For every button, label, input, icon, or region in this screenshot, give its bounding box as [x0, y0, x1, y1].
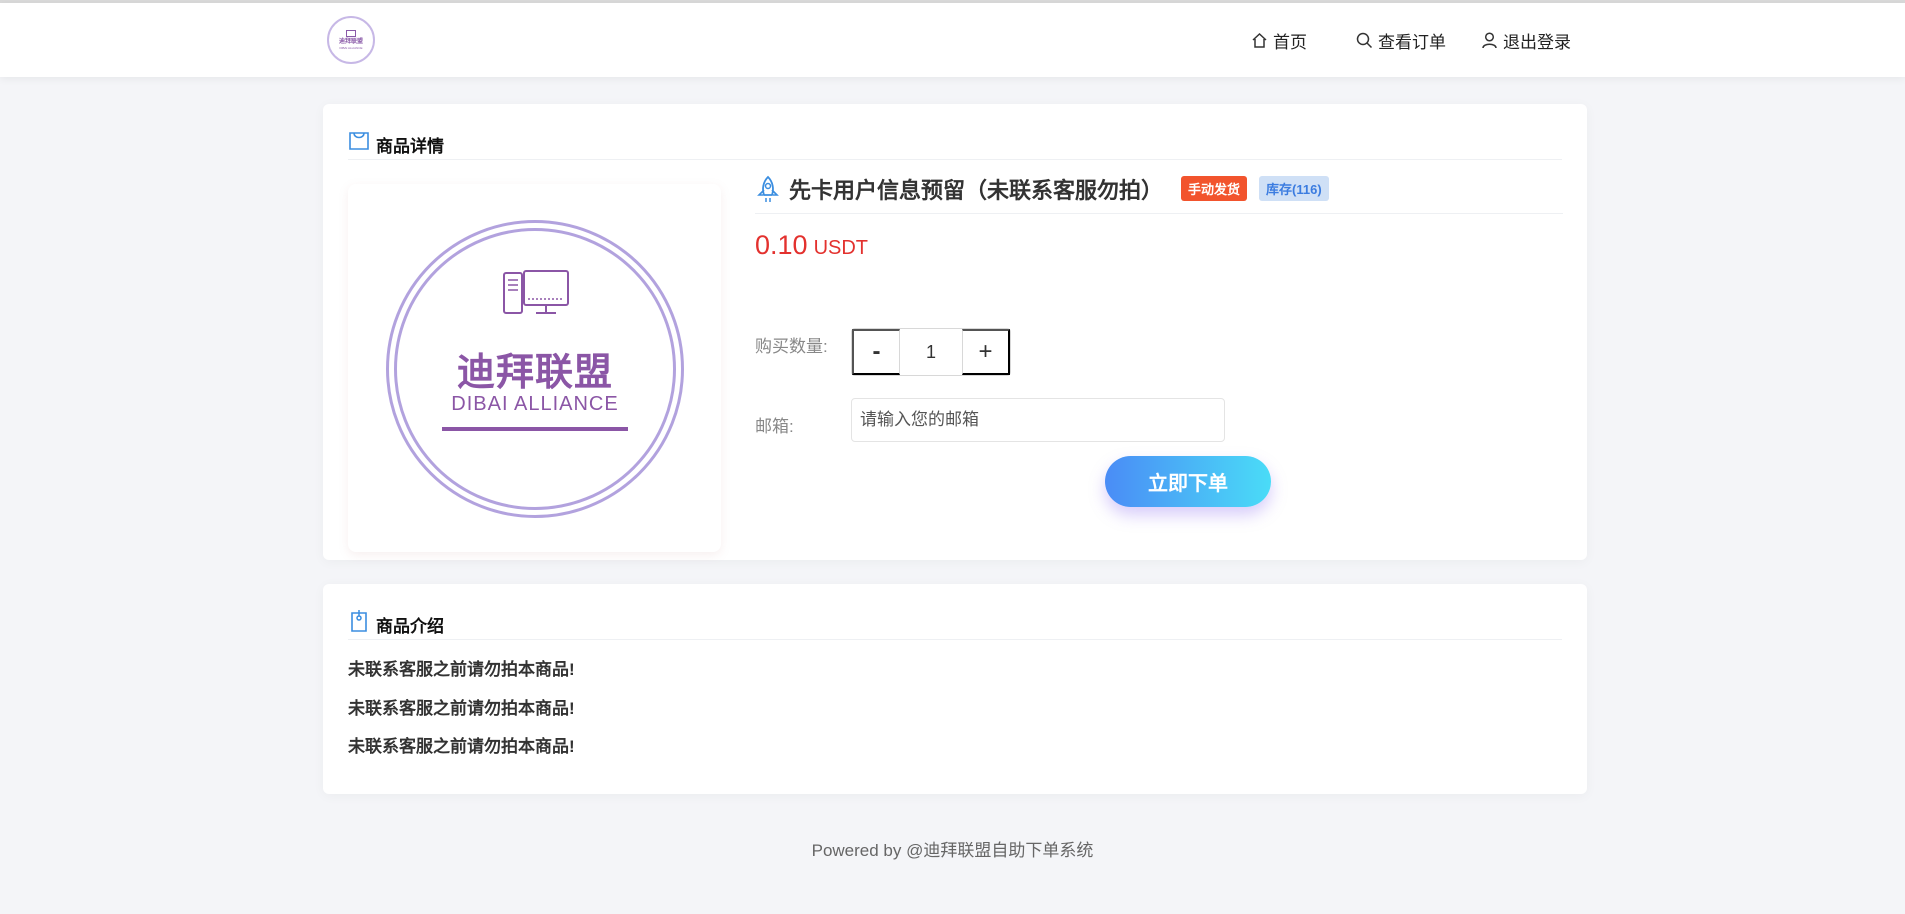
place-order-button[interactable]: 立即下单 — [1105, 456, 1271, 507]
quantity-label: 购买数量: — [755, 337, 828, 356]
bag-icon — [349, 131, 369, 150]
nav-logout[interactable]: 退出登录 — [1481, 28, 1571, 52]
email-label: 邮箱: — [755, 417, 794, 436]
delivery-badge: 手动发货 — [1181, 176, 1248, 201]
intro-section-title: 商品介绍 — [376, 617, 444, 636]
product-price: 0.10 USDT — [755, 230, 868, 261]
product-image: 迪拜联盟 DIBAI ALLIANCE — [348, 184, 721, 552]
brand-emblem: 迪拜联盟 DIBAI ALLIANCE — [386, 220, 684, 518]
user-icon — [1482, 31, 1497, 48]
emblem-text-cn: 迪拜联盟 — [456, 352, 613, 394]
nav-home[interactable]: 首页 — [1251, 28, 1307, 52]
intro-section-header: 商品介绍 — [348, 602, 1562, 640]
top-header: 迪拜联盟 DIBAI ALLIANCE 首页 查看订单 退出登录 — [0, 3, 1905, 77]
detail-section-header: 商品详情 — [348, 122, 1562, 160]
quantity-stepper: - 1 + — [851, 328, 1011, 376]
intro-content: 未联系客服之前请勿拍本商品! 未联系客服之前请勿拍本商品! 未联系客服之前请勿拍… — [348, 660, 575, 776]
logo-text-cn: 迪拜联盟 — [338, 39, 363, 45]
nav-orders-label: 查看订单 — [1378, 32, 1446, 52]
quantity-value[interactable]: 1 — [900, 329, 962, 375]
product-title: 先卡用户信息预留（未联系客服勿拍） — [789, 177, 1164, 203]
product-title-row: 先卡用户信息预留（未联系客服勿拍） 手动发货 库存(116) — [755, 164, 1563, 214]
stock-badge: 库存(116) — [1259, 176, 1329, 201]
increase-quantity-button[interactable]: + — [962, 329, 1010, 375]
intro-line: 未联系客服之前请勿拍本商品! — [348, 698, 575, 718]
email-input[interactable] — [851, 398, 1225, 442]
price-value: 0.10 — [755, 230, 808, 260]
detail-section-title: 商品详情 — [376, 137, 444, 156]
price-currency: USDT — [813, 237, 869, 259]
nav-home-label: 首页 — [1273, 32, 1307, 52]
site-logo[interactable]: 迪拜联盟 DIBAI ALLIANCE — [327, 16, 375, 64]
tag-icon — [351, 609, 367, 632]
emblem-text-en: DIBAI ALLIANCE — [451, 393, 619, 415]
footer-text: Powered by @迪拜联盟自助下单系统 — [811, 841, 1094, 860]
intro-line: 未联系客服之前请勿拍本商品! — [348, 737, 575, 756]
decrease-quantity-button[interactable]: - — [852, 329, 900, 375]
computer-icon — [503, 270, 569, 314]
intro-line: 未联系客服之前请勿拍本商品! — [348, 660, 575, 679]
nav-orders[interactable]: 查看订单 — [1356, 28, 1446, 52]
product-detail-card: 商品详情 迪拜联盟 DIBAI ALLIANCE 先卡用户信息预留（未联系客服勿… — [323, 104, 1587, 560]
product-intro-card: 商品介绍 未联系客服之前请勿拍本商品! 未联系客服之前请勿拍本商品! 未联系客服… — [323, 584, 1587, 794]
nav-logout-label: 退出登录 — [1503, 32, 1571, 52]
logo-computer-icon — [346, 30, 356, 37]
emblem-underline — [442, 427, 628, 431]
rocket-icon — [757, 175, 779, 202]
logo-text-en: DIBAI ALLIANCE — [339, 46, 363, 50]
search-icon — [1356, 32, 1373, 48]
home-icon — [1252, 32, 1267, 48]
